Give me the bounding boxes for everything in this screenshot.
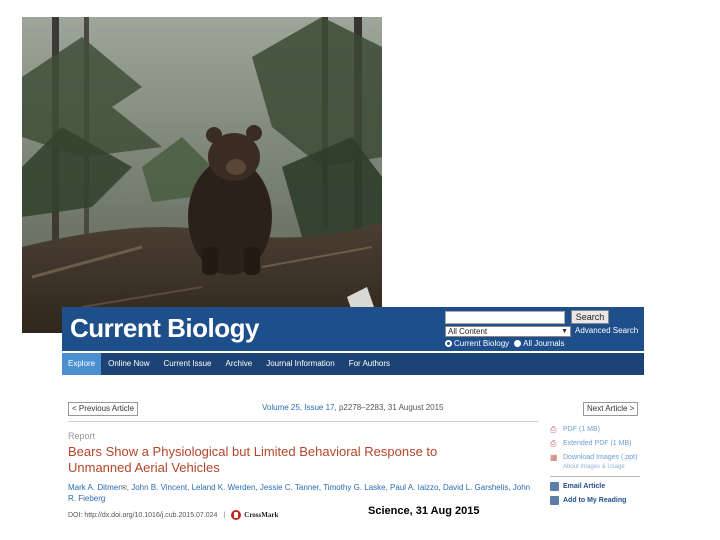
image-icon: ▦ bbox=[550, 453, 558, 462]
pdf-label: PDF (1 MB) bbox=[563, 426, 600, 433]
nav-journal-information[interactable]: Journal Information bbox=[259, 353, 341, 375]
email-article-label: Email Article bbox=[563, 483, 606, 490]
doi-link[interactable]: DOI: http://dx.doi.org/10.1016/j.cub.201… bbox=[68, 512, 217, 519]
search-scope-radios: Current Biology All Journals bbox=[445, 339, 565, 348]
pdf-icon: ⎙ bbox=[550, 439, 557, 448]
author-rest[interactable]: , John B. Vincent, Leland K. Werden, Jes… bbox=[68, 483, 530, 503]
article-tools-sidebar: ⎙ PDF (1 MB) ⎙ Extended PDF (1 MB) ▦ Dow… bbox=[550, 425, 642, 510]
add-to-reading-link[interactable]: Add to My Reading bbox=[550, 496, 642, 505]
article-type: Report bbox=[68, 431, 96, 441]
email-icon bbox=[550, 482, 559, 491]
next-article-button[interactable]: Next Article > bbox=[583, 402, 639, 416]
citation: Volume 25, Issue 17, p2278–2283, 31 Augu… bbox=[262, 403, 444, 412]
nav-for-authors[interactable]: For Authors bbox=[342, 353, 397, 375]
radio-current-biology-label: Current Biology bbox=[454, 339, 510, 348]
chevron-down-icon: ▼ bbox=[561, 328, 568, 335]
author-first[interactable]: Mark A. Ditmer bbox=[68, 483, 121, 492]
previous-article-button[interactable]: < Previous Article bbox=[68, 402, 139, 416]
nav-current-issue[interactable]: Current Issue bbox=[156, 353, 218, 375]
journal-logo[interactable]: Current Biology bbox=[70, 313, 259, 344]
search-input[interactable] bbox=[445, 311, 565, 324]
extended-pdf-label: Extended PDF (1 MB) bbox=[563, 440, 632, 447]
crossmark-badge[interactable]: CrossMark bbox=[231, 510, 278, 520]
sidebar-divider bbox=[550, 476, 640, 477]
article-title: Bears Show a Physiological but Limited B… bbox=[68, 444, 438, 475]
volume-issue-link[interactable]: Volume 25, Issue 17, bbox=[262, 403, 337, 412]
nav-archive[interactable]: Archive bbox=[219, 353, 260, 375]
pdf-icon: ⎙ bbox=[550, 425, 557, 434]
download-images-link[interactable]: ▦ Download Images (.ppt) bbox=[550, 453, 642, 462]
bear-photo bbox=[22, 17, 382, 333]
search-button[interactable]: Search bbox=[571, 310, 609, 324]
radio-all-journals[interactable] bbox=[514, 340, 522, 347]
divider bbox=[68, 421, 538, 422]
author-list: Mark A. Ditmer✉, John B. Vincent, Leland… bbox=[68, 483, 538, 504]
content-scope-select[interactable]: All Content ▼ bbox=[445, 326, 571, 337]
advanced-search-link[interactable]: Advanced Search bbox=[575, 326, 638, 335]
pages-date: p2278–2283, 31 August 2015 bbox=[338, 403, 444, 412]
slide-caption: Science, 31 Aug 2015 bbox=[368, 505, 480, 517]
site-header: Current Biology Search All Content ▼ Adv… bbox=[62, 307, 644, 351]
doi-row: DOI: http://dx.doi.org/10.1016/j.cub.201… bbox=[68, 510, 278, 520]
nav-online-now[interactable]: Online Now bbox=[101, 353, 156, 375]
download-images-label: Download Images (.ppt) bbox=[563, 454, 638, 461]
extended-pdf-link[interactable]: ⎙ Extended PDF (1 MB) bbox=[550, 439, 642, 448]
crossmark-icon bbox=[231, 510, 242, 520]
main-nav: Explore Online Now Current Issue Archive… bbox=[62, 353, 644, 375]
about-images-link[interactable]: About Images & Usage bbox=[563, 464, 642, 470]
bear-in-forest-illustration bbox=[22, 17, 382, 333]
radio-all-journals-label: All Journals bbox=[523, 339, 565, 348]
email-article-link[interactable]: Email Article bbox=[550, 482, 642, 491]
pdf-link[interactable]: ⎙ PDF (1 MB) bbox=[550, 425, 642, 434]
journal-article-page: Current Biology Search All Content ▼ Adv… bbox=[62, 307, 644, 540]
content-scope-value: All Content bbox=[448, 327, 488, 336]
nav-explore[interactable]: Explore bbox=[62, 353, 102, 375]
bookmark-icon bbox=[550, 496, 559, 505]
crossmark-label: CrossMark bbox=[244, 511, 279, 519]
add-to-reading-label: Add to My Reading bbox=[563, 497, 627, 504]
doi-separator: | bbox=[223, 511, 226, 519]
radio-current-biology[interactable] bbox=[445, 340, 452, 347]
